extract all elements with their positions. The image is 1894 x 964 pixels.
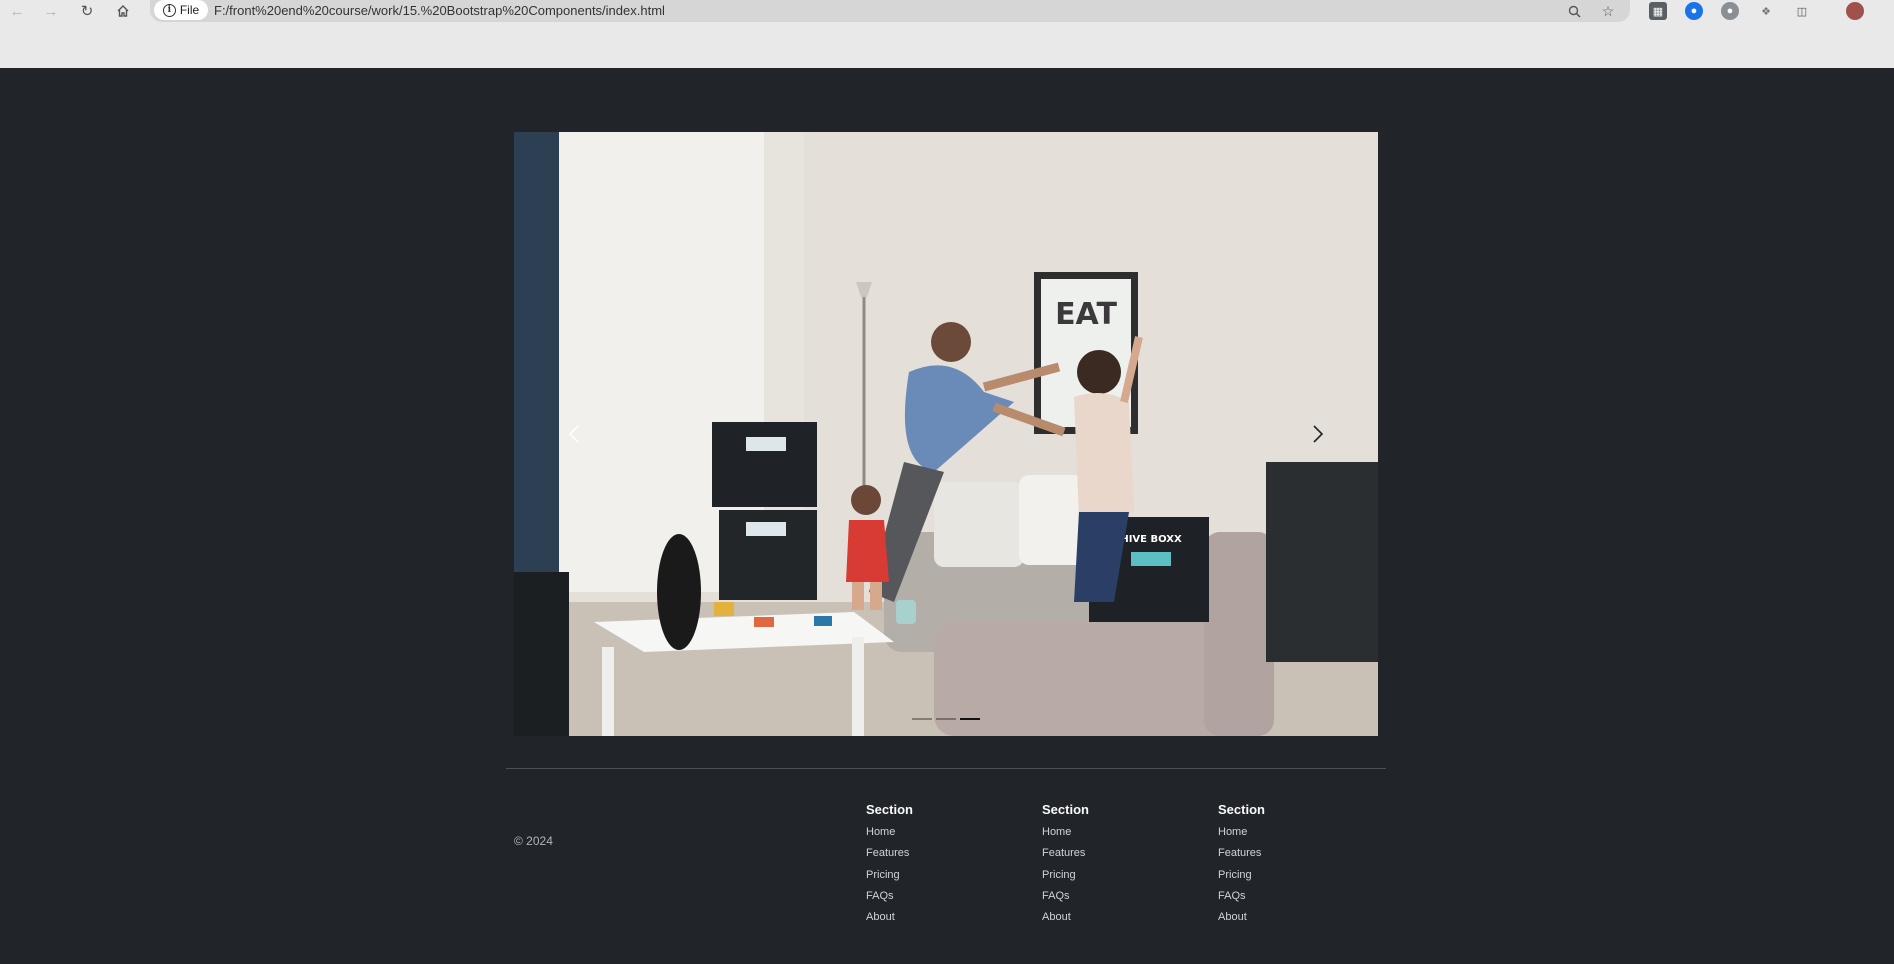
footer-link-about[interactable]: About (1042, 910, 1192, 931)
carousel-prev-button[interactable] (534, 402, 614, 466)
file-chip-label: File (179, 3, 200, 17)
reload-icon[interactable]: ↻ (75, 0, 99, 22)
browser-toolbar: ← → ↻ i File F:/front%20end%20course/wor… (0, 0, 1894, 22)
footer-link-faqs[interactable]: FAQs (866, 889, 1016, 910)
home-icon[interactable] (111, 0, 135, 22)
footer-section-title: Section (1042, 802, 1089, 817)
address-bar[interactable]: i File F:/front%20end%20course/work/15.%… (150, 0, 1630, 22)
footer-link-features[interactable]: Features (866, 846, 1016, 867)
forward-icon[interactable]: → (39, 0, 63, 22)
profile-avatar[interactable] (1846, 2, 1864, 20)
extension-icon[interactable]: ❖ (1757, 2, 1775, 20)
extension-icon[interactable]: ● (1721, 2, 1739, 20)
site-info-chip[interactable]: i File (154, 0, 208, 20)
footer-link-faqs[interactable]: FAQs (1042, 889, 1192, 910)
carousel-indicator-1[interactable] (912, 718, 932, 720)
back-icon[interactable]: ← (5, 0, 29, 22)
box-label: HIVE BOXX (1120, 534, 1182, 545)
star-icon[interactable]: ☆ (1597, 0, 1619, 22)
info-icon: i (162, 3, 176, 17)
footer-link-home[interactable]: Home (866, 825, 1016, 846)
footer-link-pricing[interactable]: Pricing (1042, 868, 1192, 889)
carousel-indicator-2[interactable] (936, 718, 956, 720)
puzzle-icon[interactable]: ◫ (1793, 2, 1811, 20)
footer-section: Section Home Features Pricing FAQs About (1218, 802, 1368, 931)
zoom-icon[interactable] (1563, 0, 1585, 22)
copyright-text: © 2024 (514, 834, 553, 848)
footer-link-features[interactable]: Features (1042, 846, 1192, 867)
extension-icon[interactable]: ● (1685, 2, 1703, 20)
chevron-right-icon (1313, 425, 1324, 443)
footer-divider (506, 768, 1386, 769)
footer-section: Section Home Features Pricing FAQs About (1042, 802, 1192, 931)
footer-link-home[interactable]: Home (1042, 825, 1192, 846)
footer-section-title: Section (1218, 802, 1265, 817)
browser-chrome: ← → ↻ i File F:/front%20end%20course/wor… (0, 0, 1894, 68)
carousel-next-button[interactable] (1278, 402, 1358, 466)
carousel-slide-image: EAT HIVE BOXX (514, 132, 1378, 736)
footer-link-pricing[interactable]: Pricing (866, 868, 1016, 889)
footer-link-features[interactable]: Features (1218, 846, 1368, 867)
sign-text: EAT (1055, 297, 1117, 332)
footer-link-home[interactable]: Home (1218, 825, 1368, 846)
footer-link-about[interactable]: About (866, 910, 1016, 931)
footer-link-pricing[interactable]: Pricing (1218, 868, 1368, 889)
footer-link-about[interactable]: About (1218, 910, 1368, 931)
url-text[interactable]: F:/front%20end%20course/work/15.%20Boots… (214, 3, 665, 18)
extension-icon[interactable]: ▦ (1649, 2, 1667, 20)
footer-link-faqs[interactable]: FAQs (1218, 889, 1368, 910)
footer-section: Section Home Features Pricing FAQs About (866, 802, 1016, 931)
chevron-left-icon (568, 425, 579, 443)
carousel-indicators (514, 718, 1378, 720)
footer-section-title: Section (866, 802, 913, 817)
carousel-indicator-3[interactable] (960, 718, 980, 720)
carousel: EAT HIVE BOXX (514, 132, 1378, 736)
